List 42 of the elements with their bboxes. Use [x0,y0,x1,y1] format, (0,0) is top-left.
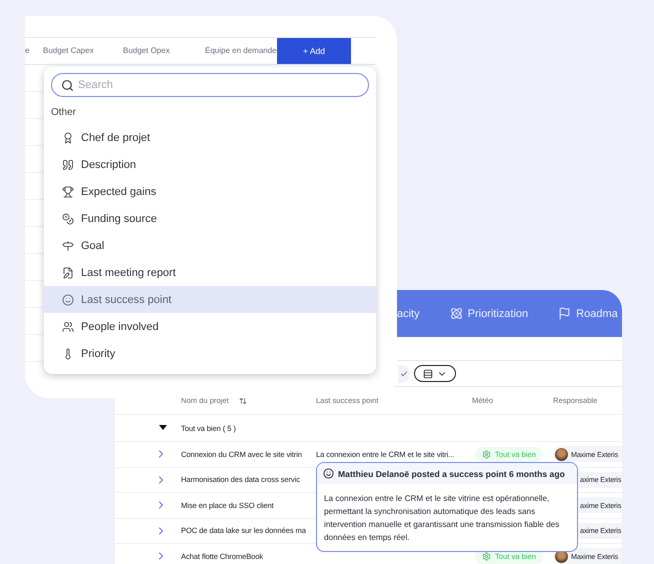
menu-item[interactable]: Expected gains [44,178,376,205]
coins-icon [62,212,74,224]
signpost-icon [62,240,74,252]
smiley-icon [323,468,334,479]
gear-icon [482,450,491,459]
award-icon [62,132,74,144]
menu-item[interactable]: Priority [44,340,376,367]
column-header: Budget Opex [123,46,170,56]
menu-item[interactable]: Funding source [44,205,376,232]
column-header: e [25,46,30,56]
popover-text: La connexion entre le CRM et le site vitrine est opérationnelle, permettant la synchronisation automatique des leads sans intervention manuelle et garantissant une transmission fiable des données en temps réel. [323,493,560,544]
rows-icon [423,368,433,378]
people-icon [62,320,74,332]
menu-item[interactable]: Last success point [44,286,376,313]
column-header: Équipe en demande [205,46,277,56]
sort-button[interactable] [414,365,456,382]
add-column-button[interactable]: + Add [277,38,351,64]
sort-icon[interactable] [238,396,247,404]
trophy-icon [62,186,74,198]
atom-icon [450,307,463,320]
menu-item[interactable]: Description [44,151,376,178]
quote-icon [62,158,74,170]
menu-item[interactable]: Goal [44,232,376,259]
nav-tab[interactable]: acity [397,308,420,320]
gear-icon [482,552,491,561]
check-icon [400,370,408,378]
caret-down-icon[interactable] [159,425,167,431]
smiley-icon [62,294,74,306]
file-pen-icon [62,266,74,278]
search-icon [61,79,74,92]
popover-title: Matthieu Delanoë posted a success point 6 months ago [338,468,565,478]
flag-icon [558,307,572,320]
column-header: Budget Capex [43,46,94,56]
search-field[interactable]: Search [51,73,369,97]
avatar [555,448,568,461]
menu-item[interactable]: Chef de projet [44,124,376,151]
section-label: Other [51,107,76,118]
filter-chip[interactable] [398,364,410,382]
nav-tab[interactable]: Prioritization [450,307,528,320]
nav-tab[interactable]: Roadma [558,307,618,320]
menu-item[interactable]: People involved [44,313,376,340]
menu-item[interactable]: Last meeting report [44,259,376,286]
